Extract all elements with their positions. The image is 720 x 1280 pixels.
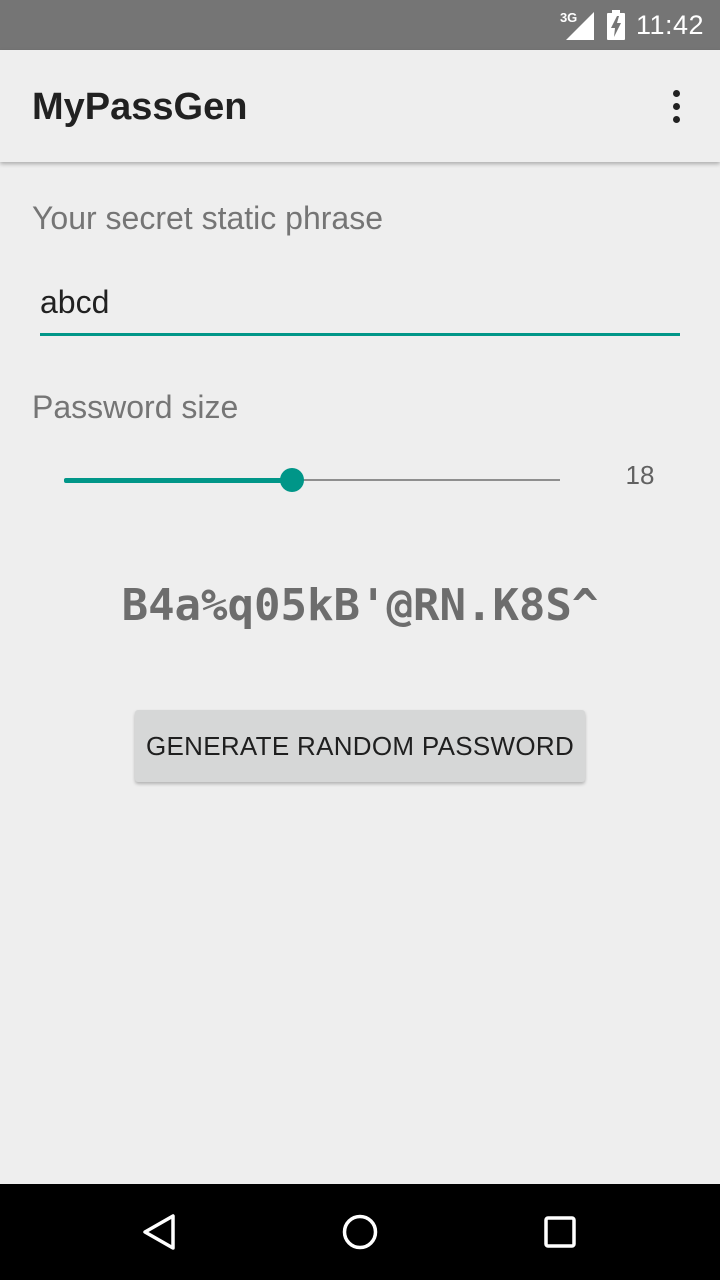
screen: 3G 11:42 MyPassGen Your secret static ph… [0, 0, 720, 1280]
battery-charging-icon [606, 10, 626, 40]
clock: 11:42 [635, 9, 704, 40]
generated-password: B4a%q05kB'@RN.K8S^ [121, 580, 599, 631]
overflow-dot [672, 102, 680, 110]
more-vert-icon[interactable] [652, 78, 700, 134]
overflow-dot [672, 89, 680, 97]
home-icon[interactable] [332, 1204, 388, 1260]
recents-icon[interactable] [532, 1204, 588, 1260]
status-bar: 3G 11:42 [0, 0, 720, 50]
phrase-input[interactable] [40, 280, 680, 336]
back-icon[interactable] [132, 1204, 188, 1260]
app-title: MyPassGen [32, 86, 248, 128]
slider-thumb[interactable] [280, 468, 305, 492]
overflow-dot [672, 115, 680, 123]
signal-icon: 3G [560, 10, 596, 40]
size-slider[interactable] [64, 462, 560, 498]
app-bar: MyPassGen [0, 50, 720, 162]
status-icons: 3G 11:42 [560, 0, 704, 50]
nav-bar [0, 1184, 720, 1280]
size-label: Password size [32, 389, 239, 425]
signal-strength-icon [565, 12, 594, 40]
slider-fill [64, 477, 293, 483]
size-value: 18 [625, 460, 655, 490]
generate-password-button[interactable]: GENERATE RANDOM PASSWORD [135, 710, 585, 782]
phrase-label: Your secret static phrase [32, 200, 383, 236]
